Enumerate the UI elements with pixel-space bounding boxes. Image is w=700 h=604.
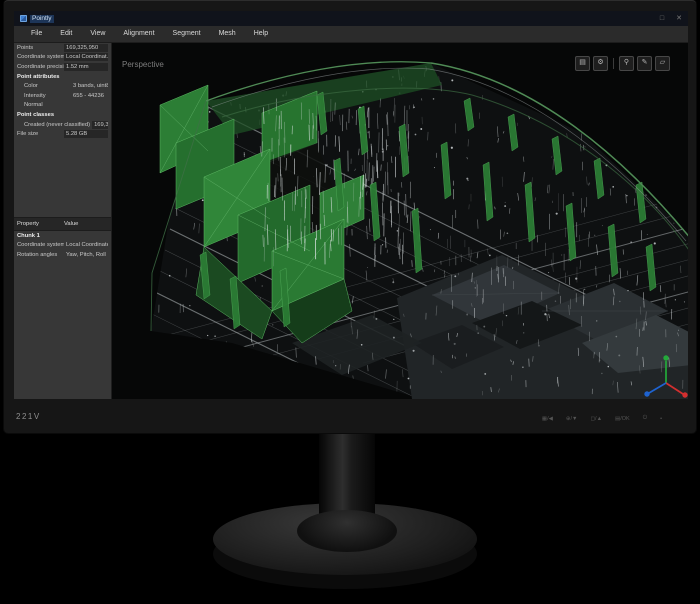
table-header-value: Value	[64, 221, 78, 227]
property-row: Point attributes	[14, 72, 111, 82]
property-value: Local Coordinat...	[64, 53, 108, 61]
property-value	[71, 104, 108, 106]
monitor-frame: Pointly □ ✕ FileEditViewAlignmentSegment…	[4, 0, 696, 433]
osd-button[interactable]: ▦/◀	[542, 416, 553, 422]
table-row-value	[64, 235, 108, 237]
chart-icon[interactable]: ▱	[655, 56, 670, 71]
gear-icon[interactable]: ⚙	[593, 56, 608, 71]
menu-item-alignment[interactable]: Alignment	[114, 26, 163, 42]
viewport-toolbar: ▤⚙ ⚲✎▱	[575, 56, 670, 71]
menu-item-view[interactable]: View	[81, 26, 114, 42]
osd-button[interactable]: ▤/OK	[615, 416, 630, 422]
sidebar-spacer	[14, 139, 111, 217]
perspective-label: Perspective	[122, 60, 164, 69]
window-title: Pointly	[30, 15, 54, 23]
property-label: Created (never classified)	[17, 122, 90, 128]
table-row: Chunk 1	[14, 231, 111, 241]
property-row: Normal	[14, 101, 111, 111]
osd-button[interactable]: ◻/▲	[590, 416, 602, 422]
properties-sidebar: Points169,325,950Coordinate systemLocal …	[14, 43, 112, 399]
pin-icon[interactable]: ⚲	[619, 56, 634, 71]
property-value: 5.28 GB	[64, 130, 108, 138]
table-header-property: Property	[17, 221, 64, 227]
table-row-value: Local Coordinates (m)	[64, 241, 108, 249]
menu-bar: FileEditViewAlignmentSegmentMeshHelp	[14, 26, 688, 43]
close-button[interactable]: ✕	[676, 11, 682, 26]
menu-item-segment[interactable]: Segment	[164, 26, 210, 42]
property-value: 1.52 mm	[64, 63, 108, 71]
main-content: Points169,325,950Coordinate systemLocal …	[14, 43, 688, 399]
osd-button[interactable]: ⏻	[643, 415, 647, 422]
property-value: 655 - 44236	[71, 92, 108, 100]
property-row: File size5.28 GB	[14, 129, 111, 139]
property-label: Color	[17, 83, 71, 89]
osd-button[interactable]: ⊕/▼	[566, 416, 578, 422]
property-label: Coordinate precision	[17, 64, 64, 70]
property-value	[64, 76, 108, 78]
window-controls: □ ✕	[660, 11, 682, 26]
table-row-label: Rotation angles	[17, 252, 64, 258]
monitor-brand-label: 221V	[16, 412, 41, 421]
menu-item-mesh[interactable]: Mesh	[210, 26, 245, 42]
pointcloud-canvas	[112, 43, 688, 399]
layers-icon[interactable]: ▤	[575, 56, 590, 71]
properties-panel: Points169,325,950Coordinate systemLocal …	[14, 43, 111, 139]
maximize-button[interactable]: □	[660, 11, 664, 26]
scene: Pointly □ ✕ FileEditViewAlignmentSegment…	[0, 0, 700, 604]
property-label: Coordinate system	[17, 54, 64, 60]
menu-item-help[interactable]: Help	[245, 26, 277, 42]
property-value: 3 bands, uint8	[71, 82, 108, 90]
osd-button-row: ▦/◀ ⊕/▼ ◻/▲ ▤/OK ⏻ •	[542, 415, 662, 422]
table-row-label: Chunk 1	[17, 233, 64, 239]
table-row: Coordinate systemLocal Coordinates (m)	[14, 241, 111, 251]
property-label: File size	[17, 131, 64, 137]
app-icon	[20, 15, 27, 22]
property-value: 169,325,950	[64, 44, 108, 52]
title-bar: Pointly □ ✕	[14, 11, 688, 26]
property-label: Intensity	[17, 93, 71, 99]
tag-icon[interactable]: ✎	[637, 56, 652, 71]
toolbar-separator	[613, 58, 614, 69]
property-label: Point classes	[17, 112, 64, 118]
chunk-table: Chunk 1 Coordinate systemLocal Coordinate…	[14, 231, 111, 260]
property-row: Coordinate systemLocal Coordinat...	[14, 53, 111, 63]
property-value	[64, 114, 108, 116]
table-header: Property Value	[14, 217, 111, 231]
property-row: Intensity655 - 44236	[14, 91, 111, 101]
table-row: Rotation anglesYaw, Pitch, Roll	[14, 250, 111, 260]
table-row-label: Coordinate system	[17, 242, 64, 248]
property-row: Coordinate precision1.52 mm	[14, 62, 111, 72]
menu-item-edit[interactable]: Edit	[51, 26, 81, 42]
3d-viewport[interactable]: Perspective ▤⚙ ⚲✎▱	[112, 43, 688, 399]
property-label: Points	[17, 45, 64, 51]
property-label: Point attributes	[17, 74, 64, 80]
osd-button[interactable]: •	[660, 416, 662, 422]
property-row: Color3 bands, uint8	[14, 81, 111, 91]
property-value: 169,325,950	[92, 121, 108, 129]
property-row: Points169,325,950	[14, 43, 111, 53]
screen: Pointly □ ✕ FileEditViewAlignmentSegment…	[14, 11, 688, 399]
menu-item-file[interactable]: File	[22, 26, 51, 42]
property-label: Normal	[17, 102, 71, 108]
property-row: Point classes	[14, 110, 111, 120]
monitor-stand-collar	[297, 510, 397, 552]
table-row-value: Yaw, Pitch, Roll	[64, 251, 108, 259]
property-row: Created (never classified)169,325,950	[14, 120, 111, 130]
